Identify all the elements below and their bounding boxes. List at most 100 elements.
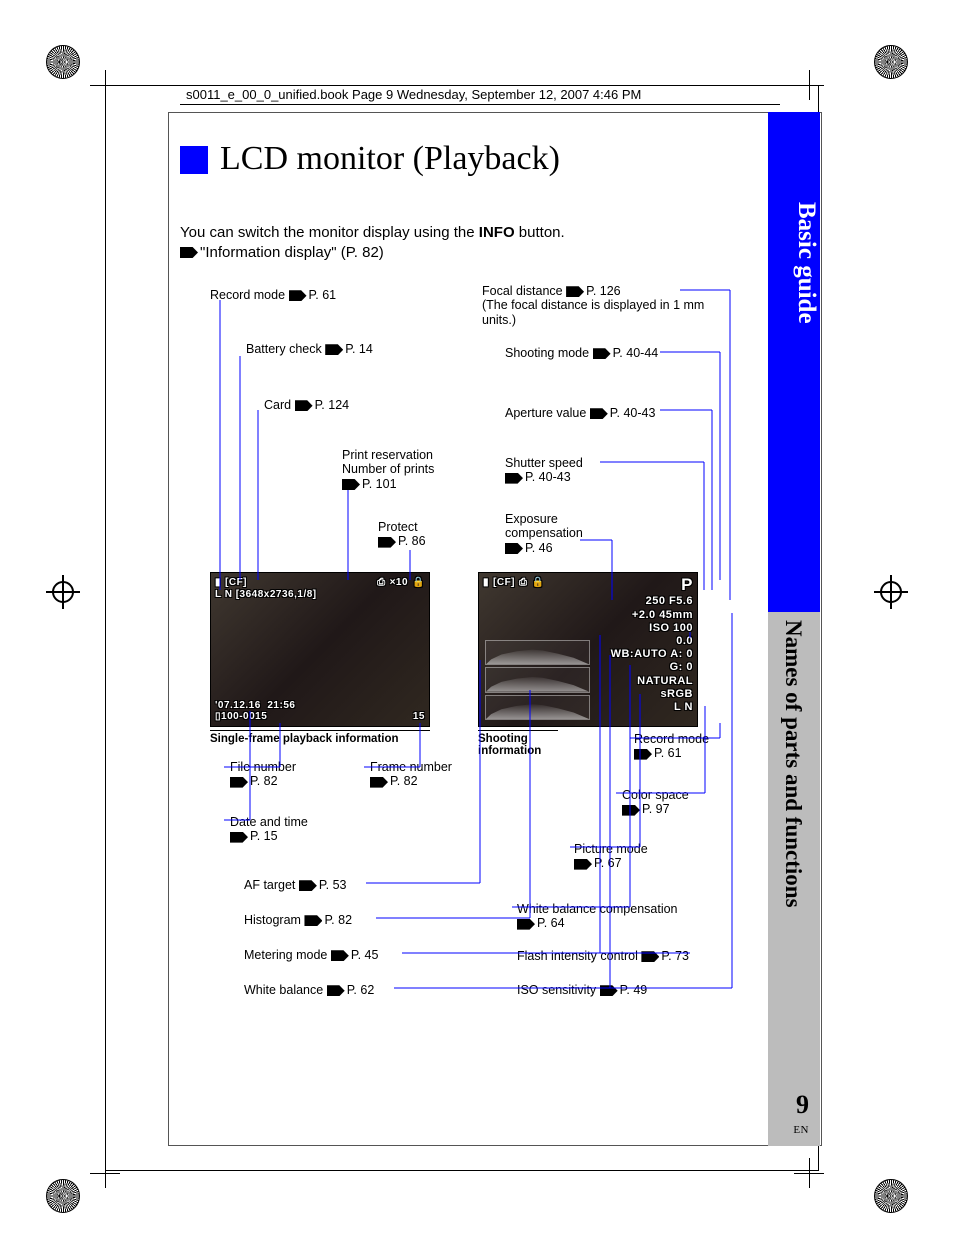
callout-file-number: File number P. 82	[230, 760, 296, 789]
label: Record mode	[634, 732, 709, 746]
ref-icon	[641, 951, 659, 962]
label: Print reservation	[342, 448, 433, 462]
ref-icon	[574, 859, 592, 870]
file-number: 100-0015	[221, 711, 267, 722]
running-header: s0011_e_00_0_unified.book Page 9 Wednesd…	[186, 87, 641, 102]
picture-mode: NATURAL	[611, 675, 693, 688]
page-ref: P. 101	[362, 477, 397, 491]
callout-exposure-comp: Exposure compensation P. 46	[505, 512, 583, 555]
label: Record mode	[210, 288, 285, 302]
page-ref: P. 82	[390, 774, 418, 788]
page-ref: P. 53	[319, 878, 347, 892]
callout-histogram: Histogram P. 82	[244, 913, 352, 927]
iso-value: ISO 100	[611, 622, 693, 635]
caption-single-frame: Single-frame playback information	[210, 730, 430, 745]
record-mode-badge: L N	[611, 701, 693, 714]
label: White balance	[244, 983, 323, 997]
label: Protect	[378, 520, 418, 534]
label: Flash intensity control	[517, 949, 638, 963]
label: compensation	[505, 526, 583, 540]
lcd-shooting-info: ▮ [CF] ⎙ 🔒 P 250 F5.6 +2.0 45mm ISO 100 …	[478, 572, 698, 727]
label: Shooting	[478, 733, 528, 745]
ref-icon	[634, 749, 652, 760]
label: Battery check	[246, 342, 322, 356]
card-label: [CF]	[225, 577, 247, 588]
reg-mark	[46, 575, 80, 609]
ref-icon	[505, 473, 523, 484]
label: Exposure	[505, 512, 558, 526]
protect-icon: 🔒	[532, 577, 545, 588]
label: Card	[264, 398, 291, 412]
page-ref: P. 62	[347, 983, 375, 997]
callout-white-balance: White balance P. 62	[244, 983, 374, 997]
ref-icon	[299, 880, 317, 891]
ref-icon	[566, 286, 584, 297]
label: Date and time	[230, 815, 308, 829]
label: White balance compensation	[517, 902, 678, 916]
label: Histogram	[244, 913, 301, 927]
page-ref: P. 46	[525, 541, 553, 555]
histogram-group	[485, 640, 590, 720]
histogram-box	[485, 667, 590, 692]
callout-flash-intensity: Flash intensity control P. 73	[517, 949, 689, 963]
page-ref: P. 15	[250, 829, 278, 843]
shooting-mode-p: P	[611, 575, 693, 595]
callout-battery-check: Battery check P. 14	[246, 342, 373, 356]
caption-shooting-info: Shooting information	[478, 730, 558, 757]
reg-mark	[874, 1179, 908, 1213]
image-size: [3648x2736,1/8]	[236, 589, 317, 600]
lcd-single-frame: ▮ [CF] ⎙ ×10 🔒 L N [3648x2736,1/8] '07.1…	[210, 572, 430, 727]
header-rule	[180, 104, 780, 105]
histogram-box	[485, 640, 590, 665]
ref-icon	[230, 832, 248, 843]
reg-mark	[46, 1179, 80, 1213]
ref-icon	[593, 348, 611, 359]
callout-picture-mode: Picture mode P. 67	[574, 842, 648, 871]
callout-record-mode2: Record mode P. 61	[634, 732, 709, 761]
page-ref: P. 97	[642, 802, 670, 816]
battery-icon: ▮	[483, 577, 489, 588]
label: Metering mode	[244, 948, 327, 962]
page-ref: P. 40-43	[525, 470, 571, 484]
side-tab-names-parts: Names of parts and functions	[768, 612, 820, 1146]
callout-af-target: AF target P. 53	[244, 878, 346, 892]
label: File number	[230, 760, 296, 774]
exp-focal: +2.0 45mm	[611, 609, 693, 622]
tab-label: Names of parts and functions	[780, 620, 806, 908]
page-ref: P. 49	[620, 983, 648, 997]
reg-mark	[874, 45, 908, 79]
card-label: [CF]	[493, 577, 515, 588]
flash-value: 0.0	[611, 635, 693, 648]
page-ref: P. 40-43	[610, 406, 656, 420]
page-ref: P. 67	[594, 856, 622, 870]
label: Focal distance	[482, 284, 563, 298]
callout-wb-compensation: White balance compensation P. 64	[517, 902, 678, 931]
wb-g: G: 0	[611, 661, 693, 674]
callout-metering-mode: Metering mode P. 45	[244, 948, 378, 962]
label: Number of prints	[342, 462, 434, 476]
ref-icon	[517, 919, 535, 930]
callout-protect: Protect P. 86	[378, 520, 426, 549]
print-icon: ⎙	[519, 577, 528, 588]
print-icon: ⎙	[377, 577, 386, 588]
ref-icon	[289, 290, 307, 301]
ref-icon	[327, 985, 345, 996]
mode-badge: L N	[215, 589, 232, 600]
label: Frame number	[370, 760, 452, 774]
label: Picture mode	[574, 842, 648, 856]
page-ref: P. 14	[345, 342, 373, 356]
page-title: LCD monitor (Playback)	[220, 140, 560, 178]
callout-card: Card P. 124	[264, 398, 349, 412]
note: (The focal distance is displayed in 1 mm…	[482, 298, 704, 326]
callout-shooting-mode: Shooting mode P. 40-44	[505, 346, 658, 360]
label: AF target	[244, 878, 295, 892]
histogram-box	[485, 695, 590, 720]
page-ref: P. 124	[315, 398, 350, 412]
page-ref: P. 86	[398, 534, 426, 548]
page-ref: P. 82	[250, 774, 278, 788]
page-ref: P. 82	[324, 913, 352, 927]
diagram-area: Record mode P. 61 Battery check P. 14 Ca…	[180, 280, 740, 1030]
page-ref: P. 73	[661, 949, 689, 963]
page-ref: P. 45	[351, 948, 379, 962]
label: Color space	[622, 788, 689, 802]
